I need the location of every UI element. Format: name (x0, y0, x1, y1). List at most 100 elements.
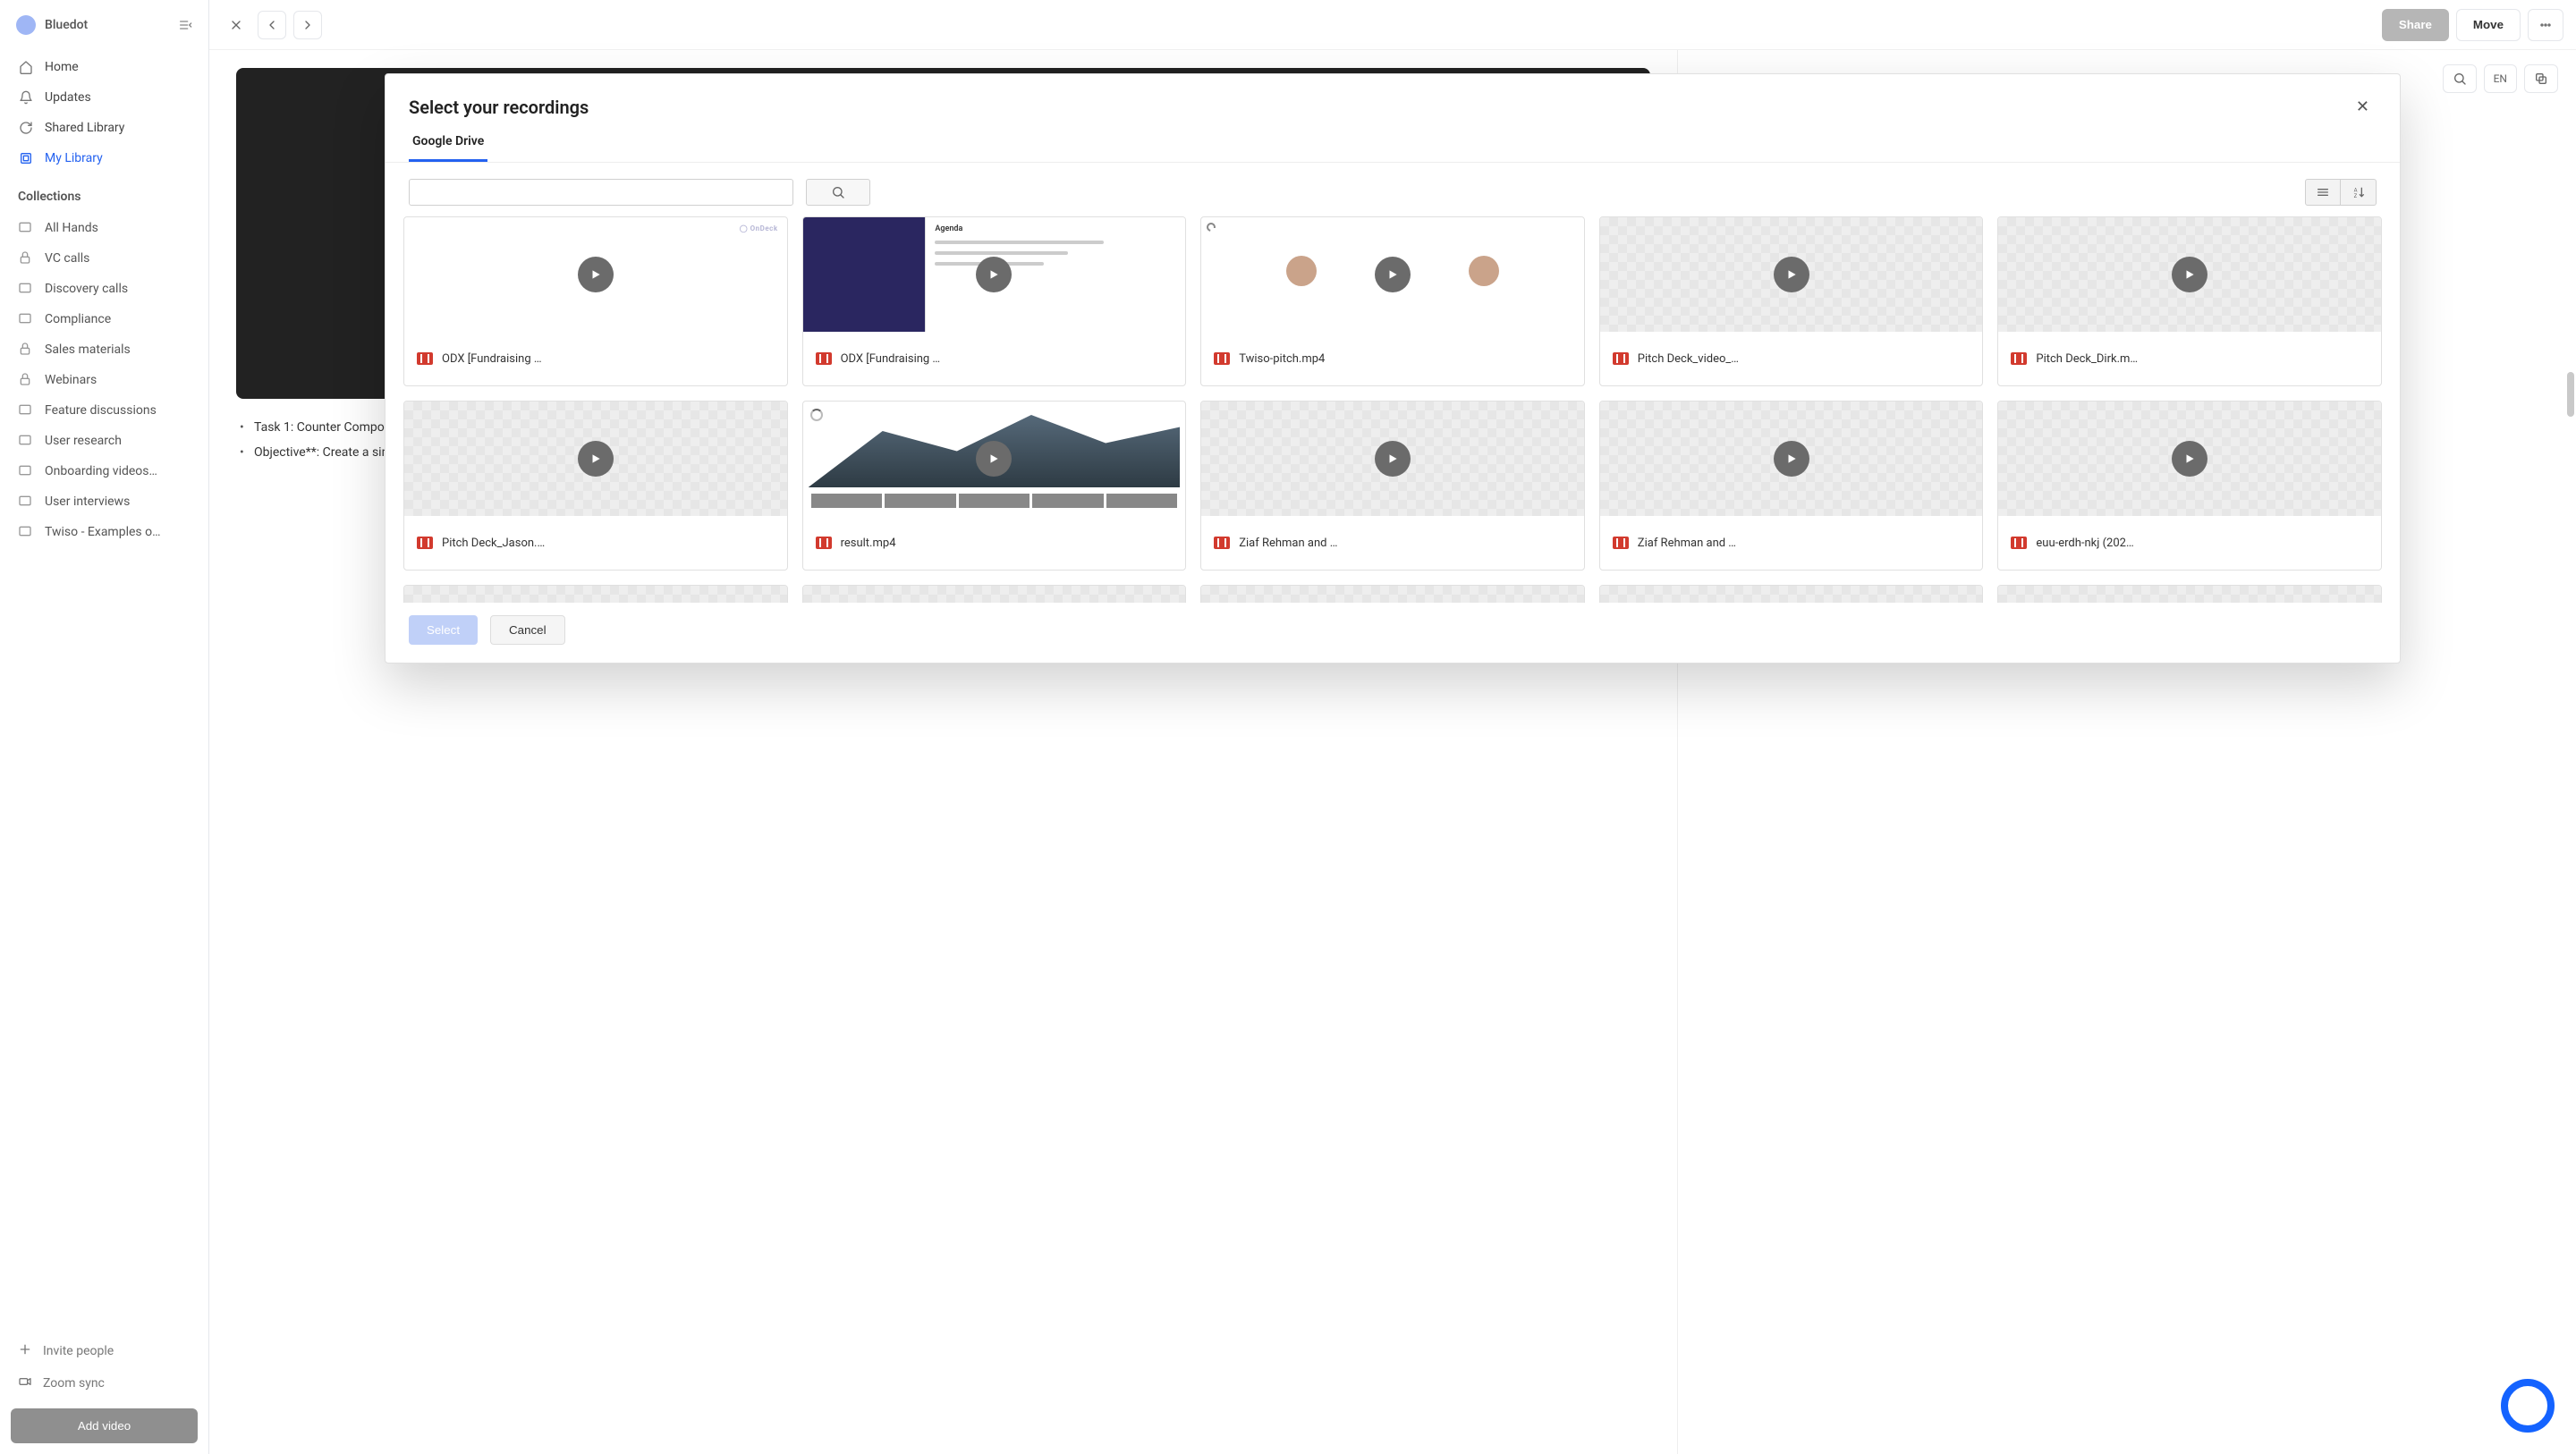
chat-fab[interactable] (2501, 1379, 2555, 1433)
video-file-icon (1214, 537, 1230, 549)
play-icon (1774, 441, 1809, 477)
invite-people[interactable]: Invite people (9, 1335, 199, 1367)
collection-item[interactable]: Feature discussions (9, 395, 199, 426)
sidebar: Bluedot Home Updates Shared Library My L… (0, 0, 209, 1454)
folder-icon (18, 463, 34, 479)
video-file-icon (816, 537, 832, 549)
folder-icon (18, 402, 34, 418)
recording-card[interactable] (802, 585, 1187, 603)
recording-card[interactable]: ◯ OnDeck FUNDRAISING BOOTCAMP ODX [Fundr… (403, 216, 788, 386)
folder-icon (18, 220, 34, 236)
play-icon (976, 257, 1012, 292)
collection-item[interactable]: User interviews (9, 486, 199, 517)
recording-card[interactable]: Pitch Deck_Jason.… (403, 401, 788, 571)
recording-card[interactable]: Pitch Deck_Dirk.m… (1997, 216, 2382, 386)
collapse-sidebar-button[interactable] (174, 14, 196, 36)
lock-icon (18, 342, 34, 358)
tab-google-drive[interactable]: Google Drive (409, 134, 487, 162)
video-thumbnail: ◯ OnDeck FUNDRAISING BOOTCAMP (404, 217, 787, 332)
camera-icon (18, 1374, 32, 1392)
video-file-icon (816, 352, 832, 365)
collection-item[interactable]: Compliance (9, 304, 199, 334)
recording-card[interactable] (1599, 585, 1984, 603)
recording-card[interactable]: Twiso-pitch.mp4 (1200, 216, 1585, 386)
video-thumbnail (803, 586, 1186, 603)
modal-close-button[interactable]: ✕ (2349, 94, 2377, 120)
zoom-sync[interactable]: Zoom sync (9, 1367, 199, 1399)
loading-icon (810, 409, 823, 421)
collections-heading: Collections (0, 173, 208, 213)
video-file-icon (1613, 352, 1629, 365)
collection-item[interactable]: Twiso - Examples o… (9, 517, 199, 547)
video-file-icon (417, 352, 433, 365)
play-icon (1375, 441, 1411, 477)
lock-icon (18, 372, 34, 388)
collection-item[interactable]: Discovery calls (9, 274, 199, 304)
video-thumbnail (1600, 402, 1983, 516)
nav-label: Home (45, 60, 79, 74)
modal-title: Select your recordings (409, 97, 589, 118)
recording-card[interactable] (403, 585, 788, 603)
recording-card[interactable]: euu-erdh-nkj (202… (1997, 401, 2382, 571)
collection-label: All Hands (45, 221, 98, 235)
collection-item[interactable]: VC calls (9, 243, 199, 274)
play-icon (2172, 441, 2207, 477)
file-name: result.mp4 (841, 537, 896, 550)
sort-toggle[interactable]: AZ (2341, 179, 2377, 206)
brand[interactable]: Bluedot (16, 15, 88, 35)
collection-item[interactable]: All Hands (9, 213, 199, 243)
play-icon (578, 257, 614, 292)
recording-card[interactable]: Ziaf Rehman and … (1599, 401, 1984, 571)
modal-backdrop: Select your recordings ✕ Google Drive AZ (209, 0, 2576, 1454)
select-button[interactable]: Select (409, 615, 478, 645)
play-icon (976, 441, 1012, 477)
nav-label: Updates (45, 90, 91, 105)
thumb-text: Agenda (935, 224, 1176, 233)
file-name: ODX [Fundraising … (841, 352, 941, 366)
file-name: Pitch Deck_Jason.… (442, 537, 545, 550)
library-icon (18, 150, 34, 166)
bell-icon (18, 89, 34, 106)
recording-card[interactable]: Pitch Deck_video_… (1599, 216, 1984, 386)
add-video-button[interactable]: Add video (11, 1408, 198, 1443)
collection-item[interactable]: Webinars (9, 365, 199, 395)
plus-icon (18, 1342, 32, 1360)
nav-shared-library[interactable]: Shared Library (9, 113, 199, 143)
recordings-search-input[interactable] (409, 179, 793, 206)
nav-updates[interactable]: Updates (9, 82, 199, 113)
collection-label: User interviews (45, 495, 130, 509)
recording-card[interactable]: Ziaf Rehman and … (1200, 401, 1585, 571)
video-file-icon (417, 537, 433, 549)
play-icon (2172, 257, 2207, 292)
collection-label: Webinars (45, 373, 97, 387)
brand-name: Bluedot (45, 18, 88, 32)
recording-card[interactable] (1200, 585, 1585, 603)
lock-icon (18, 250, 34, 266)
file-name: ODX [Fundraising … (442, 352, 542, 366)
nav-label: Shared Library (45, 121, 124, 135)
file-name: Pitch Deck_Dirk.m… (2036, 352, 2138, 366)
search-button[interactable] (806, 179, 870, 206)
video-file-icon (1613, 537, 1629, 549)
recording-card[interactable] (1997, 585, 2382, 603)
list-view-toggle[interactable] (2305, 179, 2341, 206)
nav-home[interactable]: Home (9, 52, 199, 82)
recording-card[interactable]: Agenda ODX [Fundraising … (802, 216, 1187, 386)
recording-card[interactable]: result.mp4 (802, 401, 1187, 571)
collection-item[interactable]: Sales materials (9, 334, 199, 365)
folder-icon (18, 311, 34, 327)
cancel-button[interactable]: Cancel (490, 615, 565, 645)
collection-label: Feature discussions (45, 403, 157, 418)
collection-item[interactable]: User research (9, 426, 199, 456)
collection-label: Twiso - Examples o… (45, 525, 160, 539)
file-name: Twiso-pitch.mp4 (1239, 352, 1325, 366)
video-thumbnail: Agenda (803, 217, 1186, 332)
video-thumbnail (1201, 586, 1584, 603)
collection-label: Onboarding videos… (45, 464, 157, 478)
video-thumbnail (803, 402, 1186, 516)
folder-icon (18, 494, 34, 510)
svg-text:Z: Z (2353, 193, 2357, 199)
nav-my-library[interactable]: My Library (9, 143, 199, 173)
collection-item[interactable]: Onboarding videos… (9, 456, 199, 486)
video-thumbnail (404, 402, 787, 516)
